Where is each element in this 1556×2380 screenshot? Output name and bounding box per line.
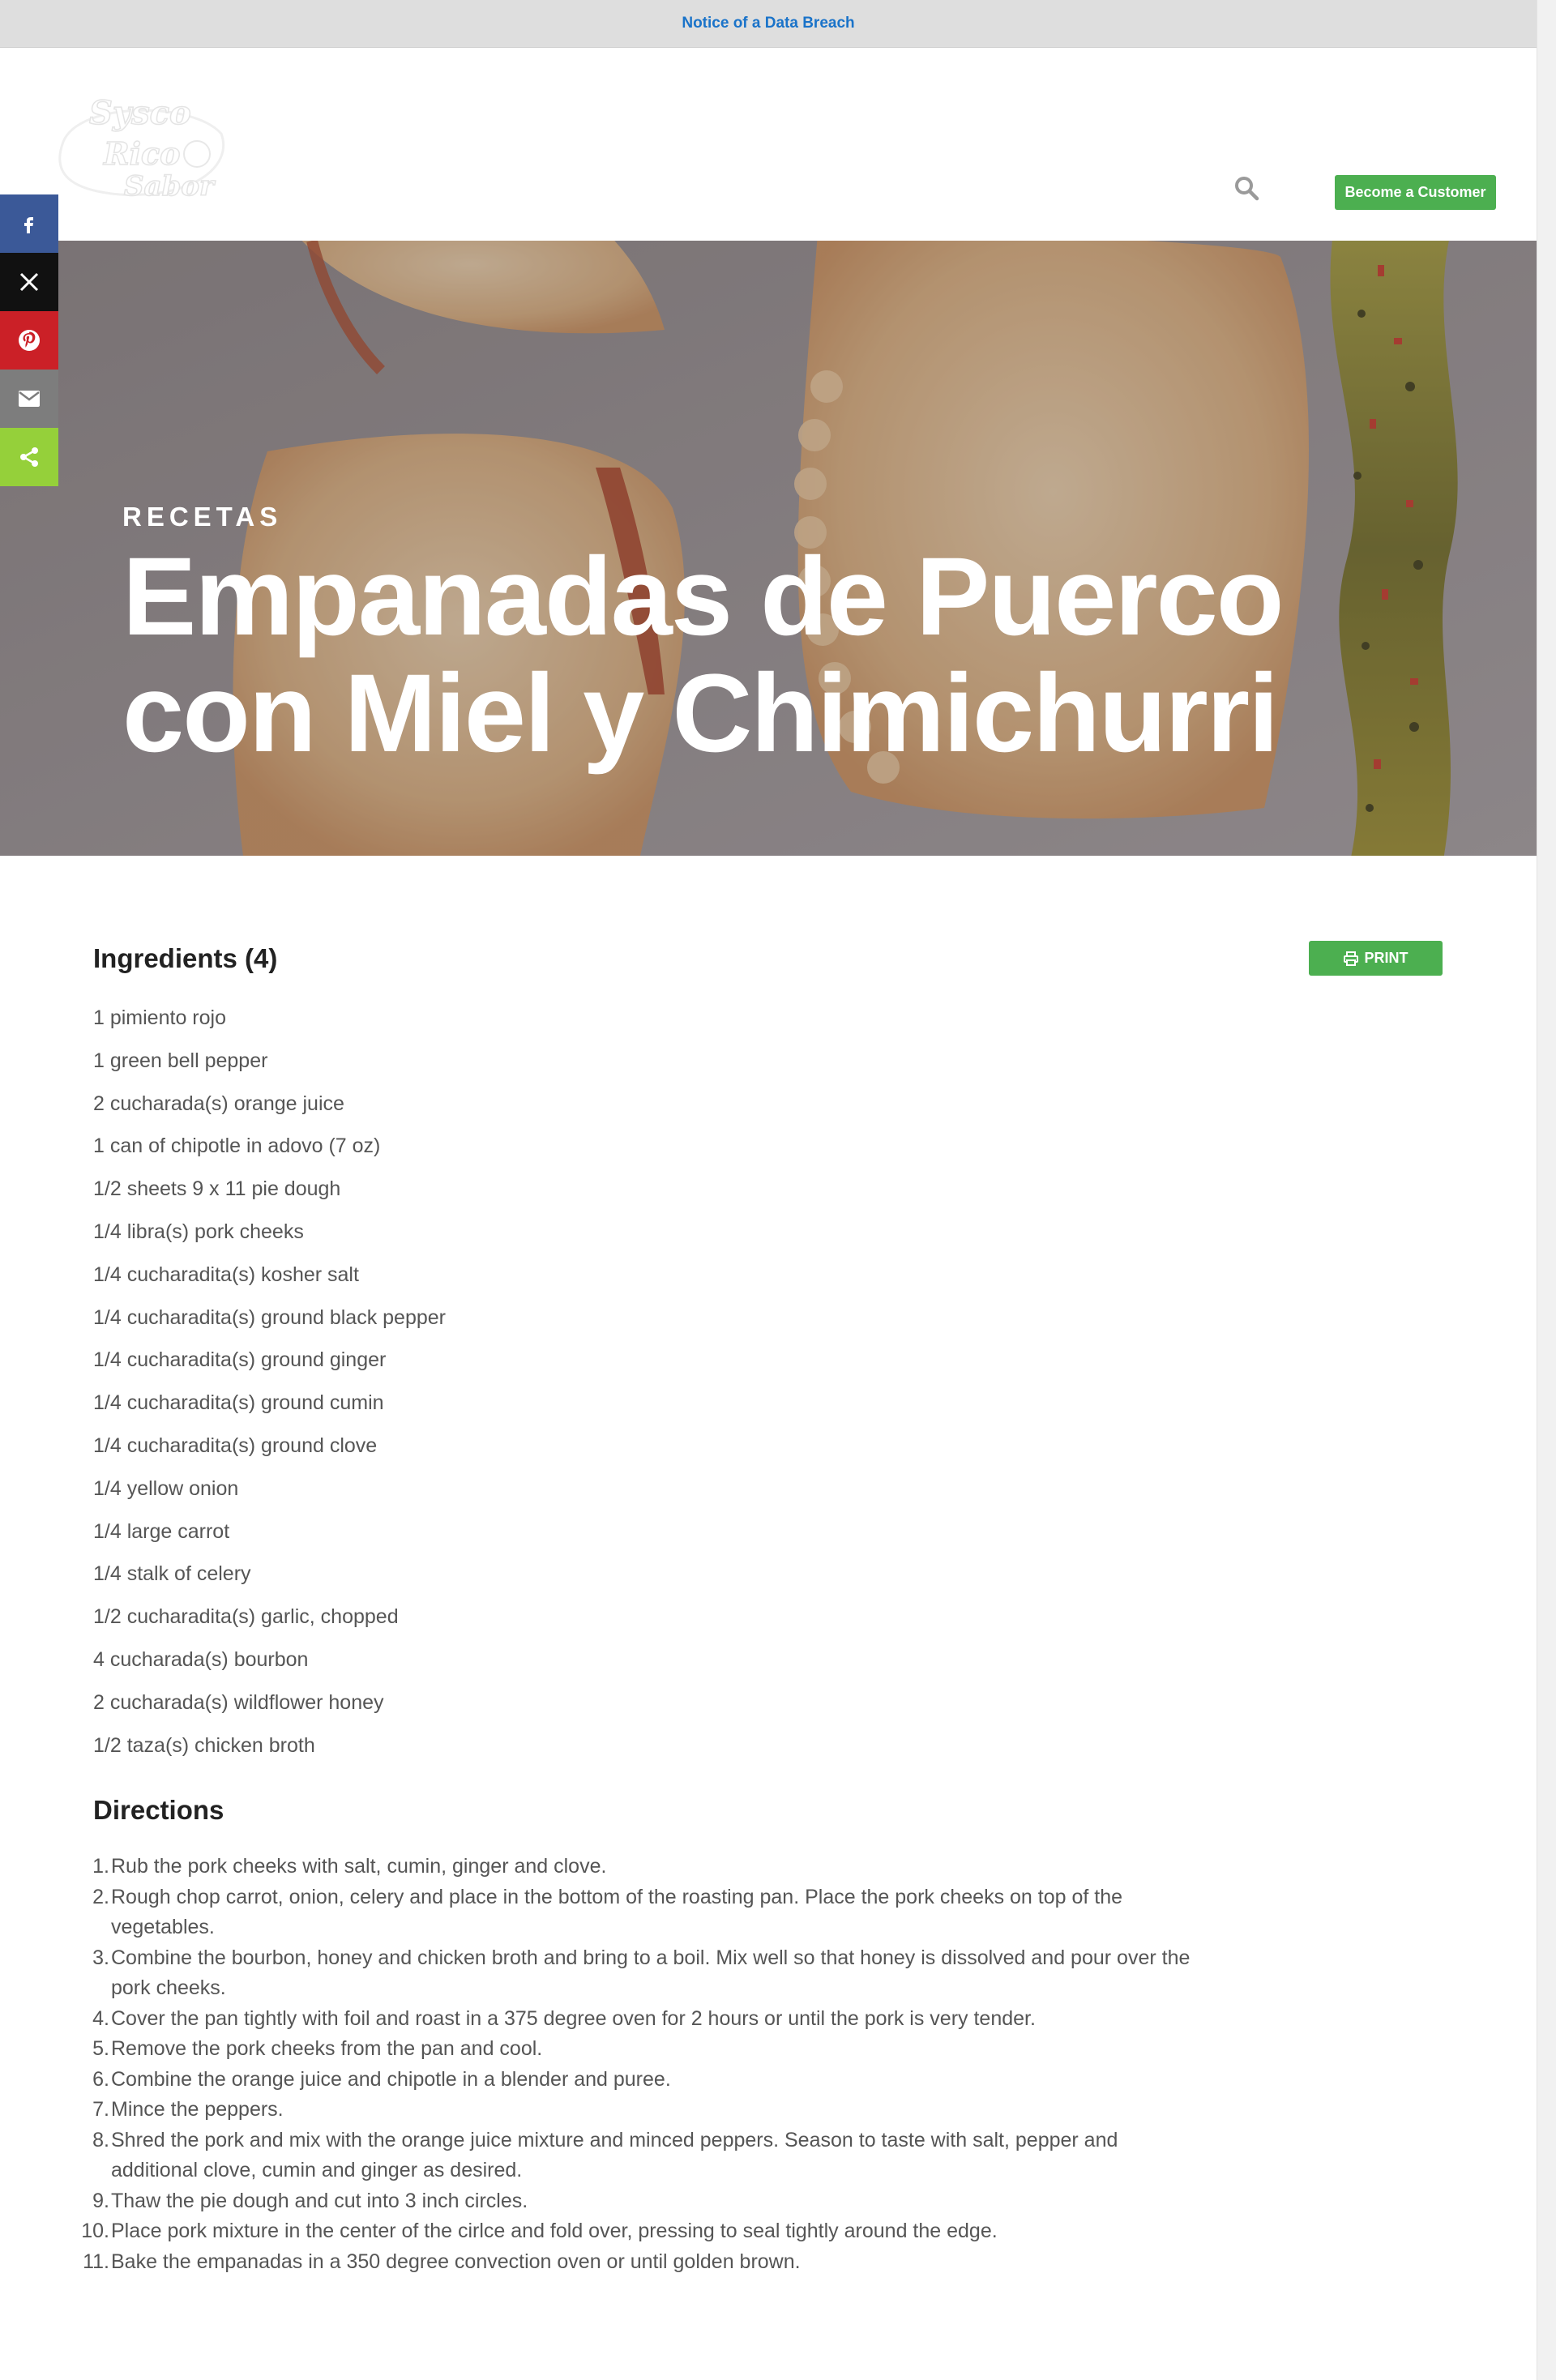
- ingredient-item: 4 cucharada(s) bourbon: [93, 1647, 309, 1671]
- recipe-title: Empanadas de Puerco con Miel y Chimichur…: [122, 539, 1460, 772]
- share-pinterest-button[interactable]: [0, 311, 58, 370]
- recipe-title-line-1: Empanadas de Puerco: [122, 535, 1284, 659]
- direction-step: Place pork mixture in the center of the …: [81, 2216, 998, 2246]
- x-icon: [19, 272, 39, 292]
- facebook-icon: [24, 217, 33, 233]
- direction-step: Mince the peppers.: [92, 2095, 284, 2125]
- share-facebook-button[interactable]: [0, 194, 58, 253]
- ingredient-item: 1 can of chipotle in adovo (7 oz): [93, 1134, 381, 1158]
- share-more-button[interactable]: [0, 428, 58, 486]
- direction-step: Cover the pan tightly with foil and roas…: [92, 2004, 1036, 2034]
- ingredient-item: 1/2 sheets 9 x 11 pie dough: [93, 1177, 341, 1201]
- share-email-button[interactable]: [0, 370, 58, 428]
- page: Notice of a Data Breach Sysco Rico Sabor…: [0, 0, 1537, 2380]
- ingredient-item: 1/4 stalk of celery: [93, 1562, 251, 1586]
- search-icon[interactable]: [1233, 175, 1263, 204]
- directions-heading: Directions: [93, 1795, 224, 1825]
- ingredients-heading: Ingredients (4): [93, 943, 278, 973]
- ingredient-item: 2 cucharada(s) orange juice: [93, 1092, 344, 1115]
- share-icon: [20, 447, 38, 467]
- email-icon: [19, 391, 40, 407]
- ingredient-item: 1 green bell pepper: [93, 1049, 268, 1072]
- pinterest-icon: [19, 330, 40, 351]
- direction-step: Rough chop carrot, onion, celery and pla…: [92, 1882, 1123, 1939]
- svg-text:Sysco: Sysco: [89, 94, 191, 132]
- print-button[interactable]: PRINT: [1309, 941, 1443, 976]
- direction-step: Combine the orange juice and chipotle in…: [92, 2065, 671, 2095]
- svg-text:Sabor: Sabor: [124, 170, 216, 203]
- ingredient-item: 1/4 libra(s) pork cheeks: [93, 1220, 304, 1243]
- ingredient-item: 1/4 cucharadita(s) ground ginger: [93, 1348, 387, 1372]
- notice-bar: Notice of a Data Breach: [0, 0, 1537, 48]
- direction-step: Remove the pork cheeks from the pan and …: [92, 2034, 543, 2064]
- hero-kicker[interactable]: RECETAS: [122, 502, 282, 532]
- printer-icon: [1343, 951, 1358, 966]
- ingredient-item: 1/4 large carrot: [93, 1519, 230, 1543]
- direction-step: Rub the pork cheeks with salt, cumin, gi…: [92, 1852, 607, 1882]
- become-a-customer-button[interactable]: Become a Customer: [1335, 175, 1496, 210]
- ingredient-item: 1/4 cucharadita(s) kosher salt: [93, 1263, 359, 1286]
- svg-text:Rico: Rico: [103, 135, 181, 172]
- ingredient-item: 1/4 cucharadita(s) ground clove: [93, 1434, 378, 1457]
- data-breach-notice-link[interactable]: Notice of a Data Breach: [682, 15, 854, 32]
- direction-step: Shred the pork and mix with the orange j…: [92, 2126, 1118, 2182]
- ingredient-item: 1 pimiento rojo: [93, 1006, 226, 1029]
- ingredient-item: 1/4 yellow onion: [93, 1476, 239, 1500]
- page-scrollbar[interactable]: [1537, 0, 1556, 2380]
- directions-list: Rub the pork cheeks with salt, cumin, gi…: [81, 1852, 1195, 2277]
- ingredient-item: 1/4 cucharadita(s) ground black pepper: [93, 1305, 446, 1329]
- direction-step: Combine the bourbon, honey and chicken b…: [92, 1943, 1191, 2000]
- hero-banner: RECETAS Empanadas de Puerco con Miel y C…: [0, 241, 1537, 856]
- direction-step: Thaw the pie dough and cut into 3 inch c…: [92, 2186, 528, 2216]
- ingredient-item: 2 cucharada(s) wildflower honey: [93, 1690, 384, 1714]
- print-button-label: PRINT: [1364, 950, 1409, 966]
- share-x-button[interactable]: [0, 253, 58, 311]
- recipe-title-line-2: con Miel y Chimichurri: [122, 652, 1279, 776]
- social-share-bar: [0, 194, 58, 486]
- direction-step: Bake the empanadas in a 350 degree conve…: [83, 2247, 801, 2277]
- ingredient-item: 1/4 cucharadita(s) ground cumin: [93, 1391, 384, 1415]
- ingredients-list: 1 pimiento rojo 1 green bell pepper 2 cu…: [93, 997, 446, 1767]
- ingredient-item: 1/2 taza(s) chicken broth: [93, 1733, 315, 1757]
- site-header: Sysco Rico Sabor Become a Customer: [0, 48, 1537, 241]
- sysco-rico-sabor-logo[interactable]: Sysco Rico Sabor: [47, 85, 233, 203]
- ingredient-item: 1/2 cucharadita(s) garlic, chopped: [93, 1605, 399, 1629]
